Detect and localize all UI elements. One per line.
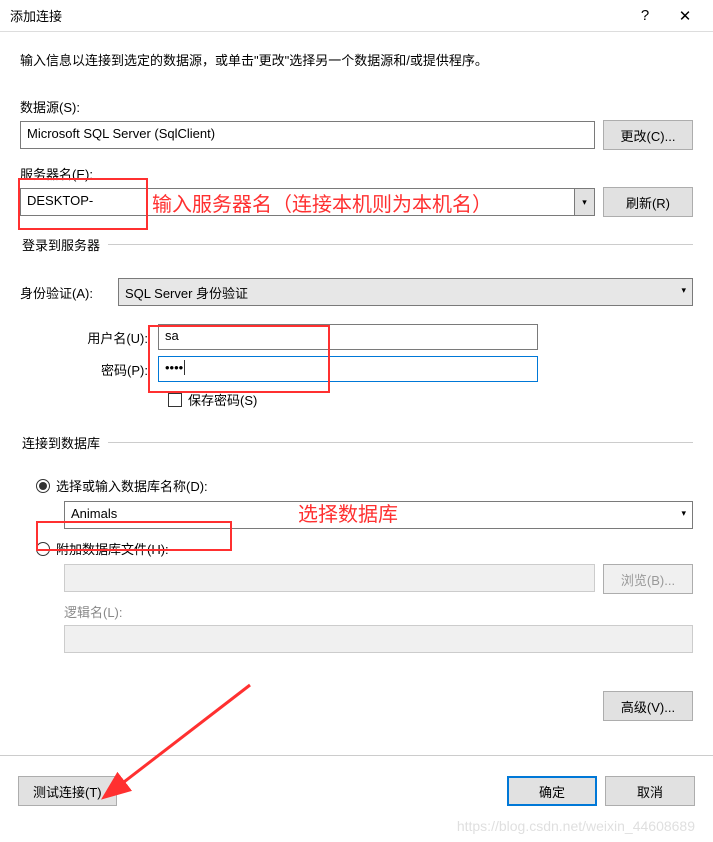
help-icon[interactable]: ?: [625, 7, 665, 24]
radio-select-label: 选择或输入数据库名称(D):: [56, 476, 208, 495]
chevron-down-icon: ▾: [681, 285, 686, 296]
database-legend: 连接到数据库: [20, 433, 108, 452]
password-label: 密码(P):: [58, 360, 158, 379]
advanced-button[interactable]: 高级(V)...: [603, 691, 693, 721]
logical-name-input: [64, 625, 693, 653]
servername-value: DESKTOP-: [27, 193, 93, 208]
login-legend: 登录到服务器: [20, 235, 108, 254]
auth-select[interactable]: SQL Server 身份验证 ▾: [118, 278, 693, 306]
button-bar: 测试连接(T) 确定 取消: [0, 766, 713, 824]
servername-label: 服务器名(E):: [20, 164, 693, 183]
username-label: 用户名(U):: [58, 328, 158, 347]
test-connection-button[interactable]: 测试连接(T): [18, 776, 117, 806]
instruction-text: 输入信息以连接到选定的数据源，或单击"更改"选择另一个数据源和/或提供程序。: [20, 50, 693, 69]
login-section: 登录到服务器 身份验证(A): SQL Server 身份验证 ▾ 用户名(U)…: [20, 235, 693, 415]
ok-button[interactable]: 确定: [507, 776, 597, 806]
database-value: Animals: [71, 506, 117, 521]
window-title: 添加连接: [10, 6, 625, 25]
auth-label: 身份验证(A):: [20, 283, 110, 302]
servername-input[interactable]: DESKTOP- ▾: [20, 188, 595, 216]
cancel-button[interactable]: 取消: [605, 776, 695, 806]
password-input[interactable]: ••••: [158, 356, 538, 382]
browse-button: 浏览(B)...: [603, 564, 693, 594]
refresh-button[interactable]: 刷新(R): [603, 187, 693, 217]
username-input[interactable]: sa: [158, 324, 538, 350]
chevron-down-icon: ▾: [681, 508, 686, 519]
database-section: 连接到数据库 选择或输入数据库名称(D): Animals ▾ 附加数据库文件(…: [20, 433, 693, 663]
auth-value: SQL Server 身份验证: [125, 286, 248, 301]
logical-name-label: 逻辑名(L):: [64, 602, 693, 621]
attach-file-input: [64, 564, 595, 592]
divider: [0, 755, 713, 756]
watermark: https://blog.csdn.net/weixin_44608689: [457, 818, 695, 834]
database-select[interactable]: Animals ▾: [64, 501, 693, 529]
radio-attach-db[interactable]: [36, 542, 50, 556]
dialog-content: 输入信息以连接到选定的数据源，或单击"更改"选择另一个数据源和/或提供程序。 数…: [0, 32, 713, 737]
save-password-checkbox[interactable]: [168, 393, 182, 407]
close-icon[interactable]: ✕: [665, 7, 705, 25]
change-button[interactable]: 更改(C)...: [603, 120, 693, 150]
save-password-label: 保存密码(S): [188, 390, 257, 409]
chevron-down-icon[interactable]: ▾: [574, 189, 594, 215]
radio-attach-label: 附加数据库文件(H):: [56, 539, 169, 558]
datasource-label: 数据源(S):: [20, 97, 693, 116]
radio-select-db[interactable]: [36, 479, 50, 493]
titlebar: 添加连接 ? ✕: [0, 0, 713, 32]
datasource-input[interactable]: Microsoft SQL Server (SqlClient): [20, 121, 595, 149]
